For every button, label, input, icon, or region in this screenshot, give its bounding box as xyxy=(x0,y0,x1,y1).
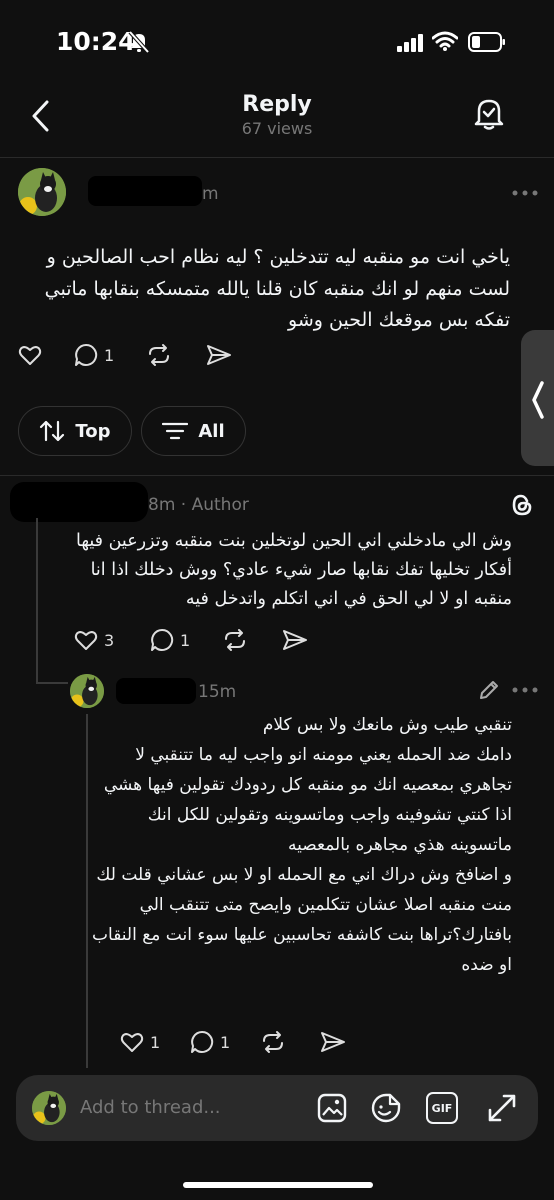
composer-bar[interactable]: Add to thread... GIF xyxy=(16,1075,538,1141)
post-paragraph: تنقبي طيب وش مانعك ولا بس كلام xyxy=(262,715,512,735)
bell-muted-icon xyxy=(128,30,150,54)
post-actions: 1 1 xyxy=(120,1030,346,1054)
thread-connector xyxy=(36,518,38,684)
cat-avatar-image xyxy=(70,674,104,708)
redacted-username xyxy=(88,176,202,206)
post-paragraph: دامك ضد الحمله يعني مومنه انو واجب ليه م… xyxy=(103,745,512,855)
heart-icon xyxy=(120,1033,144,1052)
comment-icon xyxy=(191,1030,214,1053)
like-button[interactable]: 1 xyxy=(120,1031,190,1053)
sticker-icon[interactable] xyxy=(370,1092,402,1124)
reply-button[interactable]: 1 xyxy=(150,628,222,652)
post-body: ياخي انت مو منقبه ليه تتدخلين ؟ ليه نظام… xyxy=(44,246,510,331)
send-icon xyxy=(207,345,231,365)
share-button[interactable] xyxy=(320,1031,346,1053)
like-button[interactable] xyxy=(18,344,74,366)
reply-count: 1 xyxy=(104,345,115,365)
header-divider xyxy=(0,157,554,158)
notifications-button[interactable] xyxy=(473,96,505,136)
sort-arrows-icon xyxy=(40,420,65,442)
status-time: 10:24 xyxy=(56,27,136,56)
avatar[interactable] xyxy=(18,168,66,216)
send-icon xyxy=(283,630,307,650)
expand-icon[interactable] xyxy=(486,1092,518,1124)
share-button[interactable] xyxy=(206,344,232,366)
sort-top-label: Top xyxy=(75,420,111,442)
thread-connector xyxy=(36,682,68,684)
like-button[interactable]: 3 xyxy=(74,629,150,651)
heart-icon xyxy=(18,346,42,365)
composer-input[interactable]: Add to thread... xyxy=(80,1097,221,1118)
repost-button[interactable] xyxy=(222,628,282,652)
avatar xyxy=(32,1091,66,1125)
author-meta: 8m · Author xyxy=(148,495,249,515)
wifi-icon xyxy=(432,31,458,51)
threads-logo-icon xyxy=(512,494,532,516)
post-actions: 1 xyxy=(18,343,232,367)
bell-check-icon xyxy=(474,99,504,130)
chevron-left-icon xyxy=(532,381,544,419)
sort-top-button[interactable]: Top xyxy=(18,406,132,456)
filter-all-button[interactable]: All xyxy=(141,406,246,456)
home-indicator xyxy=(183,1182,373,1188)
repost-button[interactable] xyxy=(260,1030,320,1054)
image-gallery-icon[interactable] xyxy=(316,1092,348,1124)
post-body: وش الي مادخلني اني الحين لوتخلين بنت منق… xyxy=(75,531,512,609)
repost-button[interactable] xyxy=(146,343,206,367)
cat-avatar-image xyxy=(32,1091,66,1125)
comment-icon xyxy=(151,628,174,651)
post-body: تنقبي طيب وش مانعك ولا بس كلام دامك ضد ا… xyxy=(86,710,512,980)
more-options-icon[interactable] xyxy=(512,190,538,196)
more-options-icon[interactable] xyxy=(512,687,538,693)
cellular-signal-icon xyxy=(397,34,423,52)
like-count: 1 xyxy=(150,1032,161,1052)
post-timestamp: m xyxy=(202,184,219,204)
reply-count: 1 xyxy=(180,630,191,650)
post-timestamp: 8m xyxy=(148,495,176,515)
battery-icon xyxy=(468,32,505,52)
reply-button[interactable]: 1 xyxy=(74,343,146,367)
header: Reply 67 views xyxy=(0,88,554,148)
post-paragraph: و اضافخ وش دراك اني مع الحمله او لا بس ع… xyxy=(92,865,512,975)
send-icon xyxy=(321,1032,345,1052)
comment-icon xyxy=(75,343,98,366)
filter-lines-icon xyxy=(162,422,189,440)
heart-icon xyxy=(74,631,98,650)
section-divider xyxy=(0,475,554,476)
redacted-username xyxy=(116,678,196,704)
repost-icon xyxy=(149,344,169,366)
gif-button[interactable]: GIF xyxy=(426,1092,458,1124)
repost-icon xyxy=(225,629,245,651)
post-actions: 3 1 xyxy=(74,628,308,652)
author-badge: · Author xyxy=(180,495,249,515)
reply-count: 1 xyxy=(220,1032,231,1052)
like-count: 3 xyxy=(104,630,115,650)
redacted-username xyxy=(10,482,148,522)
filter-all-label: All xyxy=(198,420,225,442)
gif-label: GIF xyxy=(431,1101,453,1115)
status-bar: 10:24 xyxy=(0,0,554,80)
avatar[interactable] xyxy=(70,674,104,708)
share-button[interactable] xyxy=(282,629,308,651)
page-title: Reply xyxy=(242,92,312,117)
post-timestamp: 15m xyxy=(198,682,237,702)
repost-icon xyxy=(263,1031,283,1053)
edit-pencil-icon[interactable] xyxy=(478,679,500,701)
view-count: 67 views xyxy=(241,119,313,138)
reply-button[interactable]: 1 xyxy=(190,1030,260,1054)
cat-avatar-image xyxy=(18,168,66,216)
